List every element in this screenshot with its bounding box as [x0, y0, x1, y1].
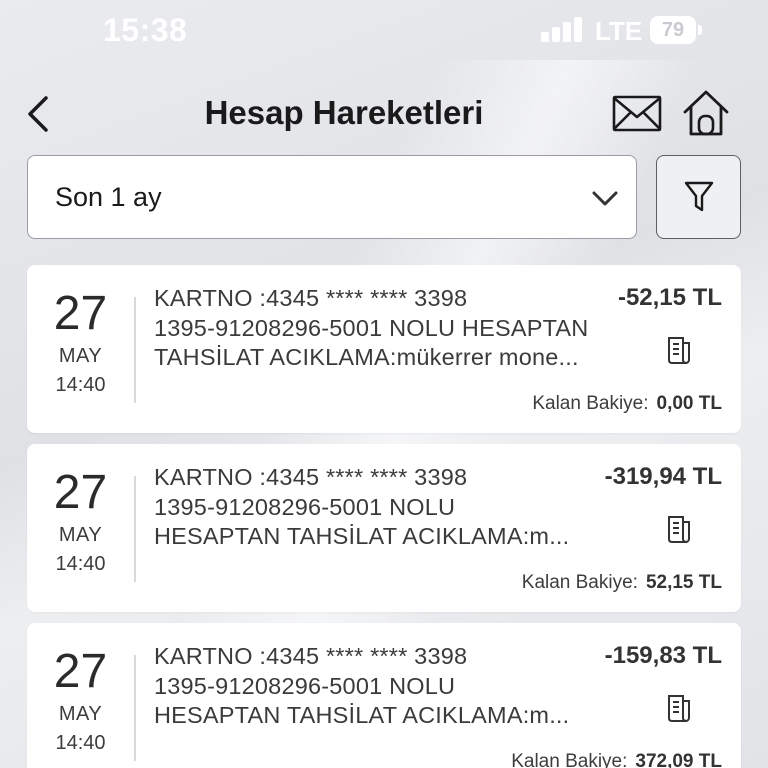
transaction-day: 27 [53, 645, 108, 698]
balance-label: Kalan Bakiye: [511, 751, 628, 768]
battery-level: 79 [661, 18, 685, 41]
transaction-day: 27 [53, 466, 108, 519]
transaction-day: 27 [53, 287, 108, 340]
divider [134, 655, 136, 761]
transaction-date: 27 MAY 14:40 [27, 287, 134, 397]
signal-icon [541, 17, 583, 42]
remaining-balance: Kalan Bakiye: 0,00 TL [532, 393, 722, 415]
status-time: 15:38 [103, 12, 188, 48]
description-line: 1395-91208296-5001 NOLU [154, 672, 456, 699]
receipt-icon[interactable] [665, 335, 693, 365]
transaction-description: KARTNO :4345 **** **** 3398 1395-9120829… [154, 463, 609, 552]
page-title: Hesap Hareketleri [204, 94, 484, 131]
period-select[interactable]: Son 1 ay [27, 155, 637, 239]
description-line: KARTNO :4345 **** **** 3398 [154, 464, 468, 490]
period-value: Son 1 ay [55, 182, 162, 212]
transaction-date: 27 MAY 14:40 [27, 466, 134, 576]
filter-button[interactable] [656, 155, 741, 239]
remaining-balance: Kalan Bakiye: 372,09 TL [511, 751, 722, 768]
divider [134, 297, 136, 403]
transaction-time: 14:40 [55, 732, 106, 754]
mail-button[interactable] [612, 94, 664, 134]
description-line: 1395-91208296-5001 NOLU HESAPTAN [154, 314, 589, 341]
transaction-card[interactable]: 27 MAY 14:40 KARTNO :4345 **** **** 3398… [27, 444, 741, 612]
receipt-icon[interactable] [665, 514, 693, 544]
remaining-balance: Kalan Bakiye: 52,15 TL [522, 572, 722, 594]
transaction-amount: -319,94 TL [604, 463, 722, 490]
transaction-card[interactable]: 27 MAY 14:40 KARTNO :4345 **** **** 3398… [27, 265, 741, 433]
transaction-month: MAY [58, 524, 103, 546]
transaction-month: MAY [58, 345, 103, 367]
status-bar: 15:38 LTE 79 [0, 0, 768, 62]
description-line: HESAPTAN TAHSİLAT ACIKLAMA:m... [154, 702, 570, 728]
transaction-amount: -52,15 TL [617, 284, 722, 311]
receipt-icon[interactable] [665, 693, 693, 723]
description-line: 1395-91208296-5001 NOLU [154, 493, 456, 520]
battery-tip [698, 25, 702, 35]
balance-value: 372,09 TL [635, 751, 722, 768]
transaction-time: 14:40 [55, 374, 106, 396]
description-line: KARTNO :4345 **** **** 3398 [154, 643, 468, 669]
description-line: HESAPTAN TAHSİLAT ACIKLAMA:m... [154, 523, 570, 549]
transaction-card[interactable]: 27 MAY 14:40 KARTNO :4345 **** **** 3398… [27, 623, 741, 768]
balance-label: Kalan Bakiye: [532, 393, 649, 414]
balance-label: Kalan Bakiye: [521, 572, 638, 593]
transaction-amount: -159,83 TL [604, 642, 722, 669]
divider [134, 476, 136, 582]
balance-value: 52,15 TL [645, 572, 722, 593]
home-button[interactable] [682, 88, 730, 138]
chevron-down-icon [592, 191, 618, 206]
description-line: KARTNO :4345 **** **** 3398 [154, 285, 468, 311]
mail-icon [612, 95, 662, 132]
transaction-description: KARTNO :4345 **** **** 3398 1395-9120829… [154, 284, 609, 373]
transaction-description: KARTNO :4345 **** **** 3398 1395-9120829… [154, 642, 609, 731]
transaction-date: 27 MAY 14:40 [27, 645, 134, 755]
transaction-month: MAY [58, 703, 103, 725]
description-line: TAHSİLAT ACIKLAMA:mükerrer mone... [154, 344, 579, 370]
home-icon [683, 90, 729, 136]
transaction-time: 14:40 [55, 553, 106, 575]
balance-value: 0,00 TL [656, 393, 722, 414]
network-type: LTE [595, 16, 643, 46]
funnel-icon [684, 181, 713, 212]
battery-icon: 79 [650, 16, 696, 44]
